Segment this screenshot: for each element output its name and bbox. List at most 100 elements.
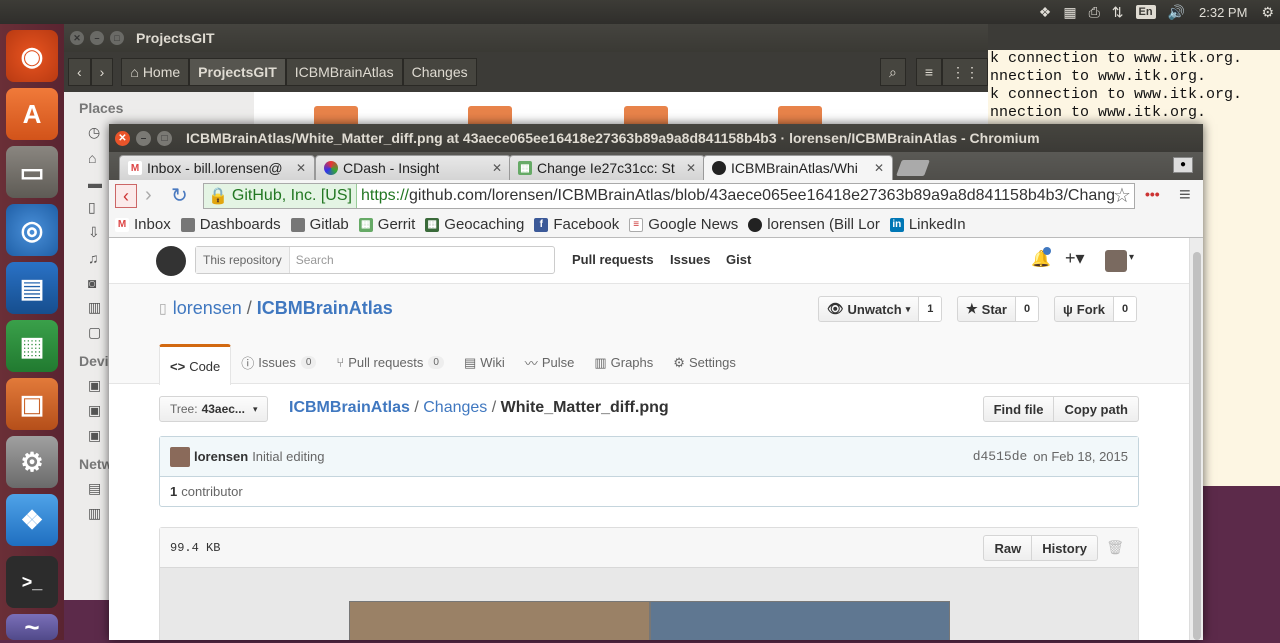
tab-github[interactable]: ICBMBrainAtlas/Whi ✕ (703, 155, 893, 180)
avatar[interactable] (170, 446, 190, 467)
path-segment[interactable]: ProjectsGIT (189, 58, 286, 86)
nav-issues[interactable]: Issues (670, 252, 710, 267)
branch-selector[interactable]: Tree: 43aec... ▾ (159, 396, 269, 422)
bookmark-item[interactable]: f Facebook (534, 216, 619, 233)
fork-button[interactable]: ψ Fork 0 (1054, 296, 1138, 322)
view-list-button[interactable]: ≡ (915, 58, 942, 86)
path-home-button[interactable]: ⌂ Home (121, 58, 190, 86)
tab-gerrit[interactable]: ▦ Change Ie27c31cc: St ✕ (509, 155, 705, 180)
close-icon[interactable]: ✕ (686, 161, 696, 175)
software-center-icon[interactable]: A (6, 88, 58, 140)
raw-button[interactable]: Raw (984, 536, 1033, 560)
menu-icon[interactable]: ≡ (1179, 184, 1191, 207)
repo-owner-link[interactable]: lorensen (173, 298, 242, 319)
tab-gmail[interactable]: M Inbox - bill.lorensen@ ✕ (119, 155, 315, 180)
nav-gist[interactable]: Gist (726, 252, 751, 267)
ubuntu-dash-icon[interactable]: ◉ (6, 30, 58, 82)
unwatch-button[interactable]: 👁 Unwatch ▾ 1 (818, 296, 943, 322)
forward-button[interactable]: › (145, 184, 152, 207)
folder-icon[interactable] (778, 106, 822, 126)
watch-count[interactable]: 1 (919, 297, 942, 321)
address-bar[interactable]: 🔒 GitHub, Inc. [US] https:// github.com/l… (203, 183, 1135, 209)
maximize-icon[interactable]: □ (157, 130, 172, 146)
tab-pull-requests[interactable]: ⑂ Pull requests 0 (326, 344, 454, 381)
bookmark-item[interactable]: ≡ Google News (629, 216, 738, 233)
ev-certificate-badge[interactable]: 🔒 GitHub, Inc. [US] (204, 184, 357, 208)
tab-pulse[interactable]: 〰 Pulse (515, 344, 585, 381)
page-scrollbar[interactable] (1189, 238, 1203, 640)
close-icon[interactable]: ✕ (70, 31, 84, 45)
fork-count[interactable]: 0 (1113, 297, 1137, 321)
terminal-icon[interactable]: >_ (6, 556, 58, 608)
tab-cdash[interactable]: CDash - Insight ✕ (315, 155, 511, 180)
bookmark-item[interactable]: ▦ Gerrit (358, 216, 415, 233)
bookmark-item[interactable]: ▦ Geocaching (425, 216, 524, 233)
reload-button[interactable]: ↻ (171, 183, 188, 208)
repo-name-link[interactable]: ICBMBrainAtlas (257, 298, 393, 319)
history-button[interactable]: History (1032, 536, 1097, 560)
keyboard-tray-icon[interactable]: ▦ (1063, 4, 1076, 21)
app-icon[interactable]: ~ (6, 612, 58, 642)
chevron-down-icon[interactable]: ▾ (1129, 252, 1134, 263)
impress-icon[interactable]: ▣ (6, 378, 58, 430)
tab-code[interactable]: <> Code (159, 344, 232, 385)
system-settings-icon[interactable]: ⚙ (6, 436, 58, 488)
breadcrumb-dir-link[interactable]: Changes (423, 399, 487, 416)
bookmark-item[interactable]: M Inbox (115, 216, 171, 233)
folder-icon[interactable] (468, 106, 512, 126)
path-segment[interactable]: ICBMBrainAtlas (285, 58, 403, 86)
volume-icon[interactable]: 🔊 (1168, 4, 1185, 21)
tab-graphs[interactable]: ▥ Graphs (584, 344, 663, 381)
close-icon[interactable]: ✕ (296, 161, 306, 175)
gear-icon[interactable]: ⚙ (1261, 4, 1274, 21)
breadcrumb-repo-link[interactable]: ICBMBrainAtlas (289, 399, 410, 416)
scrollbar-thumb[interactable] (1193, 252, 1201, 640)
maximize-icon[interactable]: □ (110, 31, 124, 45)
bookmark-item[interactable]: Gitlab (290, 216, 349, 233)
bookmark-item[interactable]: in LinkedIn (889, 216, 966, 233)
search-input[interactable]: This repository Search (195, 246, 555, 274)
chromium-icon[interactable]: ◎ (6, 204, 58, 256)
close-icon[interactable]: ✕ (492, 161, 502, 175)
dropbox-icon[interactable]: ❖ (6, 494, 58, 546)
folder-icon[interactable] (624, 106, 668, 126)
calc-icon[interactable]: ▦ (6, 320, 58, 372)
extension-icon[interactable]: ••• (1145, 186, 1160, 202)
path-segment[interactable]: Changes (402, 58, 477, 86)
star-count[interactable]: 0 (1015, 297, 1039, 321)
nav-pull-requests[interactable]: Pull requests (572, 252, 654, 267)
star-bookmark-icon[interactable]: ☆ (1113, 183, 1131, 208)
trash-icon[interactable]: 🗑 (1106, 540, 1124, 557)
search-button[interactable]: ⌕ (879, 58, 906, 86)
keyboard-layout-indicator[interactable]: En (1135, 5, 1156, 19)
clock[interactable]: 2:32 PM (1199, 5, 1247, 20)
commit-message-link[interactable]: Initial editing (252, 449, 324, 464)
bookmark-item[interactable]: Dashboards (180, 216, 281, 233)
forward-button[interactable]: › (90, 58, 114, 86)
dropbox-tray-icon[interactable]: ❖ (1039, 4, 1052, 21)
tab-issues[interactable]: ⓘ Issues 0 (231, 344, 326, 381)
minimize-icon[interactable]: – (90, 31, 104, 45)
bookmark-item[interactable]: lorensen (Bill Lor (748, 216, 880, 233)
network-tray-icon[interactable]: ⇅ (1112, 4, 1124, 21)
tab-wiki[interactable]: ▤ Wiki (454, 344, 515, 381)
minimize-icon[interactable]: – (136, 130, 151, 146)
profile-icon[interactable]: ● (1173, 157, 1193, 173)
close-icon[interactable]: ✕ (115, 130, 130, 146)
create-new-button[interactable]: +▾ (1065, 248, 1085, 269)
files-icon[interactable]: ▭ (6, 146, 58, 198)
view-grid-button[interactable]: ⋮⋮ (942, 58, 988, 86)
writer-icon[interactable]: ▤ (6, 262, 58, 314)
commit-author-link[interactable]: lorensen (194, 449, 248, 464)
contributors-label[interactable]: contributor (181, 484, 242, 499)
avatar[interactable] (1105, 250, 1127, 272)
find-file-button[interactable]: Find file (984, 397, 1055, 421)
commit-sha-link[interactable]: d4515de (973, 449, 1028, 464)
back-button[interactable]: ‹ (115, 184, 137, 208)
star-button[interactable]: ★ Star 0 (957, 296, 1040, 322)
copy-path-button[interactable]: Copy path (1054, 397, 1138, 421)
new-tab-button[interactable] (896, 160, 930, 176)
folder-icon[interactable] (314, 106, 358, 126)
close-icon[interactable]: ✕ (874, 161, 884, 175)
tab-settings[interactable]: ⚙ Settings (663, 344, 746, 381)
